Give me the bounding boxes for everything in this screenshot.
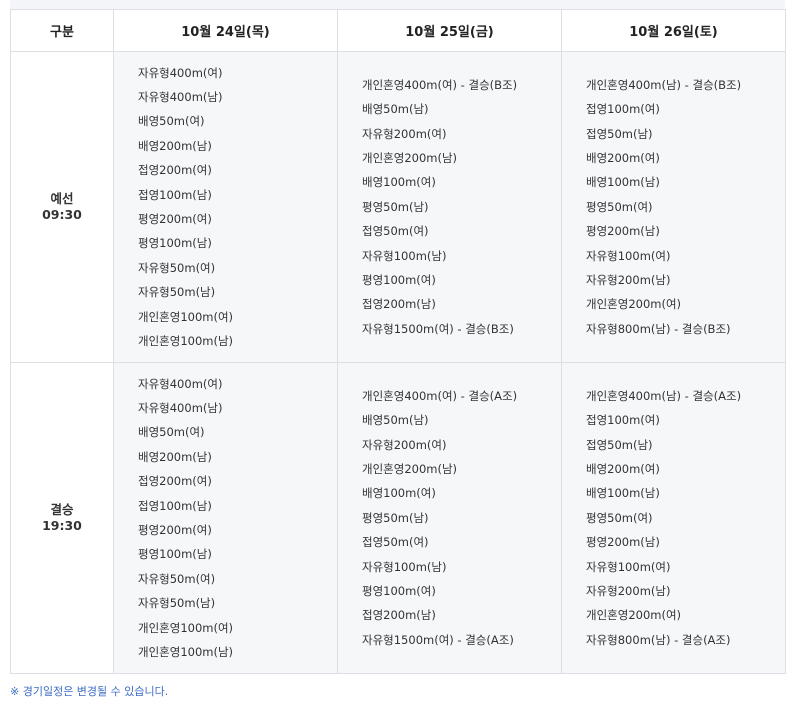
event-item: 개인혼영400m(여) - 결승(B조)	[362, 77, 518, 92]
header-category: 구분	[10, 9, 114, 52]
event-list: 개인혼영400m(여) - 결승(A조) 배영50m(남) 자유형200m(여) 개인…	[362, 384, 561, 652]
event-item: 접영200m(여)	[138, 163, 212, 178]
event-item: 자유형200m(여)	[362, 126, 447, 141]
event-item: 접영50m(여)	[362, 535, 429, 550]
cell-final-day-3: 개인혼영400m(남) - 결승(A조) 접영100m(여) 접영50m(남) 배영2…	[561, 362, 786, 674]
event-item: 자유형400m(남)	[138, 90, 223, 105]
header-day-2: 10월 25일(금)	[337, 9, 562, 52]
event-item: 평영50m(여)	[586, 199, 653, 214]
event-item: 배영50m(남)	[362, 413, 429, 428]
event-item: 자유형50m(남)	[138, 596, 216, 611]
event-item: 배영50m(여)	[138, 114, 205, 129]
event-item: 접영100m(여)	[586, 102, 660, 117]
event-item: 자유형200m(남)	[586, 272, 671, 287]
event-item: 배영200m(여)	[586, 462, 660, 477]
event-item: 배영200m(남)	[138, 449, 212, 464]
row-prelim: 예선 09:30 자유형400m(여) 자유형400m(남) 배영50m(여) 배영2…	[10, 51, 786, 363]
event-item: 배영200m(여)	[586, 151, 660, 166]
event-item: 배영50m(남)	[362, 102, 429, 117]
event-item: 평영100m(남)	[138, 236, 212, 251]
event-item: 자유형200m(남)	[586, 583, 671, 598]
event-item: 자유형100m(남)	[362, 248, 447, 263]
event-item: 개인혼영100m(여)	[138, 309, 234, 324]
event-item: 자유형100m(여)	[586, 248, 671, 263]
event-item: 배영50m(여)	[138, 425, 205, 440]
event-item: 평영200m(남)	[586, 535, 660, 550]
event-item: 자유형400m(여)	[138, 65, 223, 80]
cell-final-day-1: 자유형400m(여) 자유형400m(남) 배영50m(여) 배영200m(남) 접영2…	[113, 362, 338, 674]
event-item: 평영50m(여)	[586, 510, 653, 525]
schedule-table: 구분 10월 24일(목) 10월 25일(금) 10월 26일(토) 예선 0…	[10, 9, 786, 674]
event-item: 자유형400m(여)	[138, 376, 223, 391]
event-item: 자유형200m(여)	[362, 437, 447, 452]
event-item: 평영50m(남)	[362, 199, 429, 214]
event-list: 개인혼영400m(남) - 결승(A조) 접영100m(여) 접영50m(남) 배영2…	[586, 384, 785, 652]
event-item: 배영100m(남)	[586, 175, 660, 190]
event-item: 배영100m(남)	[586, 486, 660, 501]
event-item: 평영200m(여)	[138, 212, 212, 226]
event-list: 자유형400m(여) 자유형400m(남) 배영50m(여) 배영200m(남) 접영2…	[138, 61, 337, 354]
event-item: 접영200m(남)	[362, 608, 436, 623]
row-time: 09:30	[42, 207, 82, 222]
cell-final-day-2: 개인혼영400m(여) - 결승(A조) 배영50m(남) 자유형200m(여) 개인…	[337, 362, 562, 674]
event-item: 평영200m(남)	[586, 224, 660, 239]
event-item: 개인혼영400m(남) - 결승(B조)	[586, 77, 742, 92]
event-item: 개인혼영200m(남)	[362, 462, 458, 477]
cell-prelim-day-3: 개인혼영400m(남) - 결승(B조) 접영100m(여) 접영50m(남) 배영2…	[561, 51, 786, 363]
cell-prelim-day-1: 자유형400m(여) 자유형400m(남) 배영50m(여) 배영200m(남) 접영2…	[113, 51, 338, 363]
event-item: 자유형400m(남)	[138, 401, 223, 416]
event-item: 개인혼영200m(여)	[586, 608, 682, 623]
event-item: 접영100m(남)	[138, 187, 212, 202]
event-item: 접영50m(남)	[586, 437, 653, 452]
event-item: 접영50m(남)	[586, 126, 653, 141]
event-item: 자유형50m(여)	[138, 571, 216, 586]
top-strip	[10, 0, 785, 9]
event-item: 개인혼영400m(여) - 결승(A조)	[362, 388, 518, 403]
event-list: 개인혼영400m(여) - 결승(B조) 배영50m(남) 자유형200m(여) 개인…	[362, 73, 561, 341]
event-item: 개인혼영200m(여)	[586, 297, 682, 312]
event-item: 자유형100m(여)	[586, 559, 671, 574]
event-item: 배영100m(여)	[362, 486, 436, 501]
header-day-3: 10월 26일(토)	[561, 9, 786, 52]
event-item: 평영100m(남)	[138, 547, 212, 562]
event-item: 배영200m(남)	[138, 138, 212, 153]
event-item: 자유형1500m(여) - 결승(B조)	[362, 321, 514, 336]
event-item: 개인혼영100m(남)	[138, 644, 234, 659]
row-time: 19:30	[42, 518, 82, 533]
event-item: 평영200m(여)	[138, 523, 212, 537]
event-list: 개인혼영400m(남) - 결승(B조) 접영100m(여) 접영50m(남) 배영2…	[586, 73, 785, 341]
event-item: 자유형800m(남) - 결승(A조)	[586, 632, 731, 647]
header-day-1: 10월 24일(목)	[113, 9, 338, 52]
event-item: 개인혼영100m(여)	[138, 620, 234, 635]
event-item: 배영100m(여)	[362, 175, 436, 190]
event-item: 자유형100m(남)	[362, 559, 447, 574]
event-item: 개인혼영200m(남)	[362, 151, 458, 166]
row-head-final: 결승 19:30	[10, 362, 114, 674]
event-item: 자유형1500m(여) - 결승(A조)	[362, 632, 514, 647]
event-item: 자유형50m(여)	[138, 260, 216, 275]
header-row: 구분 10월 24일(목) 10월 25일(금) 10월 26일(토)	[10, 9, 786, 52]
event-item: 접영200m(남)	[362, 297, 436, 312]
event-item: 자유형800m(남) - 결승(B조)	[586, 321, 731, 336]
event-item: 접영100m(여)	[586, 413, 660, 428]
schedule-note: ※ 경기일정은 변경될 수 있습니다.	[10, 685, 169, 698]
row-label: 결승	[50, 502, 74, 517]
event-item: 접영100m(남)	[138, 498, 212, 513]
event-item: 평영100m(여)	[362, 583, 436, 598]
row-label: 예선	[50, 191, 74, 206]
schedule-header: 구분 10월 24일(목) 10월 25일(금) 10월 26일(토)	[10, 9, 786, 52]
event-item: 접영50m(여)	[362, 224, 429, 239]
event-list: 자유형400m(여) 자유형400m(남) 배영50m(여) 배영200m(남) 접영2…	[138, 372, 337, 665]
row-head-prelim: 예선 09:30	[10, 51, 114, 363]
event-item: 평영50m(남)	[362, 510, 429, 525]
event-item: 평영100m(여)	[362, 272, 436, 287]
event-item: 개인혼영400m(남) - 결승(A조)	[586, 388, 742, 403]
event-item: 자유형50m(남)	[138, 285, 216, 300]
row-final: 결승 19:30 자유형400m(여) 자유형400m(남) 배영50m(여) 배영2…	[10, 362, 786, 674]
event-item: 개인혼영100m(남)	[138, 333, 234, 348]
cell-prelim-day-2: 개인혼영400m(여) - 결승(B조) 배영50m(남) 자유형200m(여) 개인…	[337, 51, 562, 363]
event-item: 접영200m(여)	[138, 474, 212, 489]
